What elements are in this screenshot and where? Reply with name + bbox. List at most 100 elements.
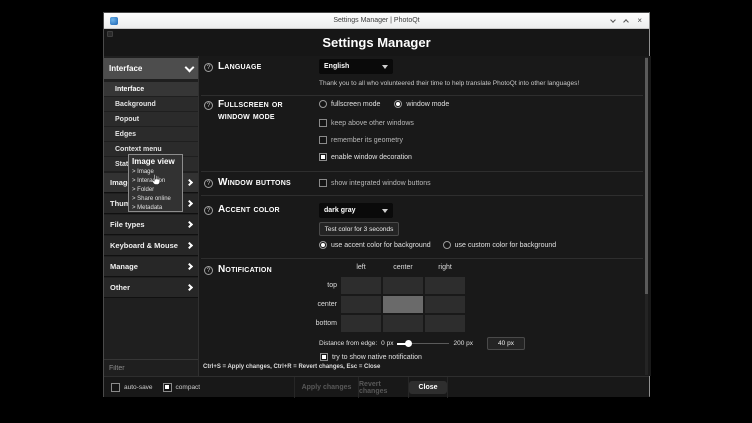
action-buttons: Apply changes Revert changes Close xyxy=(294,377,448,398)
sidebar-item-other[interactable]: Other xyxy=(104,278,198,298)
grid-col-center: center xyxy=(383,264,423,271)
checkbox-remember-geometry[interactable] xyxy=(319,136,327,144)
slider-knob[interactable] xyxy=(405,340,412,347)
dropdown-arrow-icon xyxy=(382,209,388,216)
checkbox-window-decoration[interactable] xyxy=(319,153,327,161)
compact-row: compact xyxy=(163,383,201,392)
distance-row: Distance from edge: 0 px 200 px 40 px xyxy=(319,337,525,350)
tooltip-item: > Metadata xyxy=(132,204,179,213)
accent-dropdown-value: dark gray xyxy=(324,207,356,214)
notify-pos-bottom-center[interactable] xyxy=(383,315,423,332)
notify-pos-center-center[interactable] xyxy=(383,296,423,313)
close-button-cell: Close xyxy=(408,377,448,398)
filter-input[interactable] xyxy=(104,365,198,372)
help-icon[interactable] xyxy=(204,63,213,72)
scrollbar-thumb[interactable] xyxy=(645,58,648,294)
close-button[interactable]: Close xyxy=(409,381,446,394)
notify-pos-bottom-left[interactable] xyxy=(341,315,381,332)
checkbox-label[interactable]: enable window decoration xyxy=(331,154,412,161)
notify-pos-top-center[interactable] xyxy=(383,277,423,294)
autosave-row: auto-save xyxy=(111,383,153,392)
window-titlebar[interactable]: Settings Manager | PhotoQt × xyxy=(104,13,649,29)
chevron-right-icon xyxy=(186,221,193,228)
window-title: Settings Manager | PhotoQt xyxy=(104,17,649,24)
keep-above-row: keep above other windows xyxy=(319,119,414,127)
apply-changes-button[interactable]: Apply changes xyxy=(294,377,358,398)
chevron-right-icon xyxy=(186,200,193,207)
radio-label[interactable]: use custom color for background xyxy=(455,242,557,249)
sidebar-subitem-popout[interactable]: Popout xyxy=(104,112,198,126)
hand-cursor-icon xyxy=(151,174,161,186)
checkbox-label[interactable]: compact xyxy=(176,384,201,391)
radio-label[interactable]: fullscreen mode xyxy=(331,101,380,108)
sidebar-subitem-background[interactable]: Background xyxy=(104,97,198,111)
sidebar-item-label: Keyboard & Mouse xyxy=(110,241,178,250)
chevron-right-icon xyxy=(186,179,193,186)
test-color-button[interactable]: Test color for 3 seconds xyxy=(319,222,399,236)
radio-accent-background[interactable] xyxy=(319,241,327,249)
radio-label[interactable]: use accent color for background xyxy=(331,242,431,249)
tooltip-item: > Folder xyxy=(132,186,179,195)
sidebar-item-file-types[interactable]: File types xyxy=(104,215,198,235)
section-title-accent-color: Accent color xyxy=(218,204,328,216)
sidebar-subitem-edges[interactable]: Edges xyxy=(104,127,198,141)
radio-fullscreen-mode[interactable] xyxy=(319,100,327,108)
sidebar-category-interface[interactable]: Interface xyxy=(104,58,198,79)
checkbox-label[interactable]: keep above other windows xyxy=(331,120,414,127)
grid-col-left: left xyxy=(341,264,381,271)
help-icon[interactable] xyxy=(204,179,213,188)
notify-pos-bottom-right[interactable] xyxy=(425,315,465,332)
grid-row-top: top xyxy=(301,282,337,289)
help-icon[interactable] xyxy=(204,101,213,110)
checkbox-label[interactable]: try to show native notification xyxy=(332,354,422,361)
distance-value-box[interactable]: 40 px xyxy=(487,337,525,350)
sidebar-filter xyxy=(104,359,198,376)
sidebar-item-label: File types xyxy=(110,220,145,229)
sidebar-subitem-interface[interactable]: Interface xyxy=(104,82,198,96)
radio-window-mode[interactable] xyxy=(394,100,402,108)
chevron-right-icon xyxy=(186,263,193,270)
section-divider xyxy=(201,258,643,259)
sidebar-item-label: Manage xyxy=(110,262,138,271)
checkbox-keep-above[interactable] xyxy=(319,119,327,127)
sidebar: Interface Interface Background Popout Ed… xyxy=(104,56,199,376)
language-dropdown[interactable]: English xyxy=(319,59,393,74)
help-icon[interactable] xyxy=(204,266,213,275)
section-title-language: Language xyxy=(218,61,313,73)
distance-min: 0 px xyxy=(381,340,393,347)
radio-custom-background[interactable] xyxy=(443,241,451,249)
revert-changes-button[interactable]: Revert changes xyxy=(358,377,408,398)
checkbox-compact[interactable] xyxy=(163,383,172,392)
dropdown-arrow-icon xyxy=(382,65,388,72)
page-title: Settings Manager xyxy=(322,35,430,50)
section-divider xyxy=(201,95,643,96)
sidebar-item-keyboard-mouse[interactable]: Keyboard & Mouse xyxy=(104,236,198,256)
chevron-down-icon xyxy=(185,62,195,72)
notify-pos-center-left[interactable] xyxy=(341,296,381,313)
grid-row-bottom: bottom xyxy=(301,320,337,327)
language-note: Thank you to all who volunteered their t… xyxy=(319,80,649,87)
distance-label: Distance from edge: xyxy=(319,340,377,347)
notify-pos-center-right[interactable] xyxy=(425,296,465,313)
radio-label[interactable]: window mode xyxy=(406,101,449,108)
checkbox-auto-save[interactable] xyxy=(111,383,120,392)
sidebar-category-label: Interface xyxy=(109,64,142,73)
settings-content: Language English Thank you to all who vo… xyxy=(199,56,651,376)
checkbox-integrated-buttons[interactable] xyxy=(319,179,327,187)
checkbox-label[interactable]: remember its geometry xyxy=(331,137,403,144)
notify-pos-top-right[interactable] xyxy=(425,277,465,294)
checkbox-native-notification[interactable] xyxy=(320,353,328,361)
grid-row-center: center xyxy=(301,301,337,308)
checkbox-label[interactable]: auto-save xyxy=(124,384,153,391)
distance-slider[interactable] xyxy=(397,340,449,347)
help-icon[interactable] xyxy=(204,206,213,215)
notify-pos-top-left[interactable] xyxy=(341,277,381,294)
accent-color-dropdown[interactable]: dark gray xyxy=(319,203,393,218)
tooltip-title: Image view xyxy=(132,157,179,166)
settings-window: Settings Manager | PhotoQt × Settings Ma… xyxy=(103,12,650,397)
chevron-right-icon xyxy=(186,242,193,249)
sidebar-item-label: Other xyxy=(110,283,130,292)
sidebar-item-manage[interactable]: Manage xyxy=(104,257,198,277)
language-dropdown-value: English xyxy=(324,63,349,70)
checkbox-label[interactable]: show integrated window buttons xyxy=(331,180,431,187)
